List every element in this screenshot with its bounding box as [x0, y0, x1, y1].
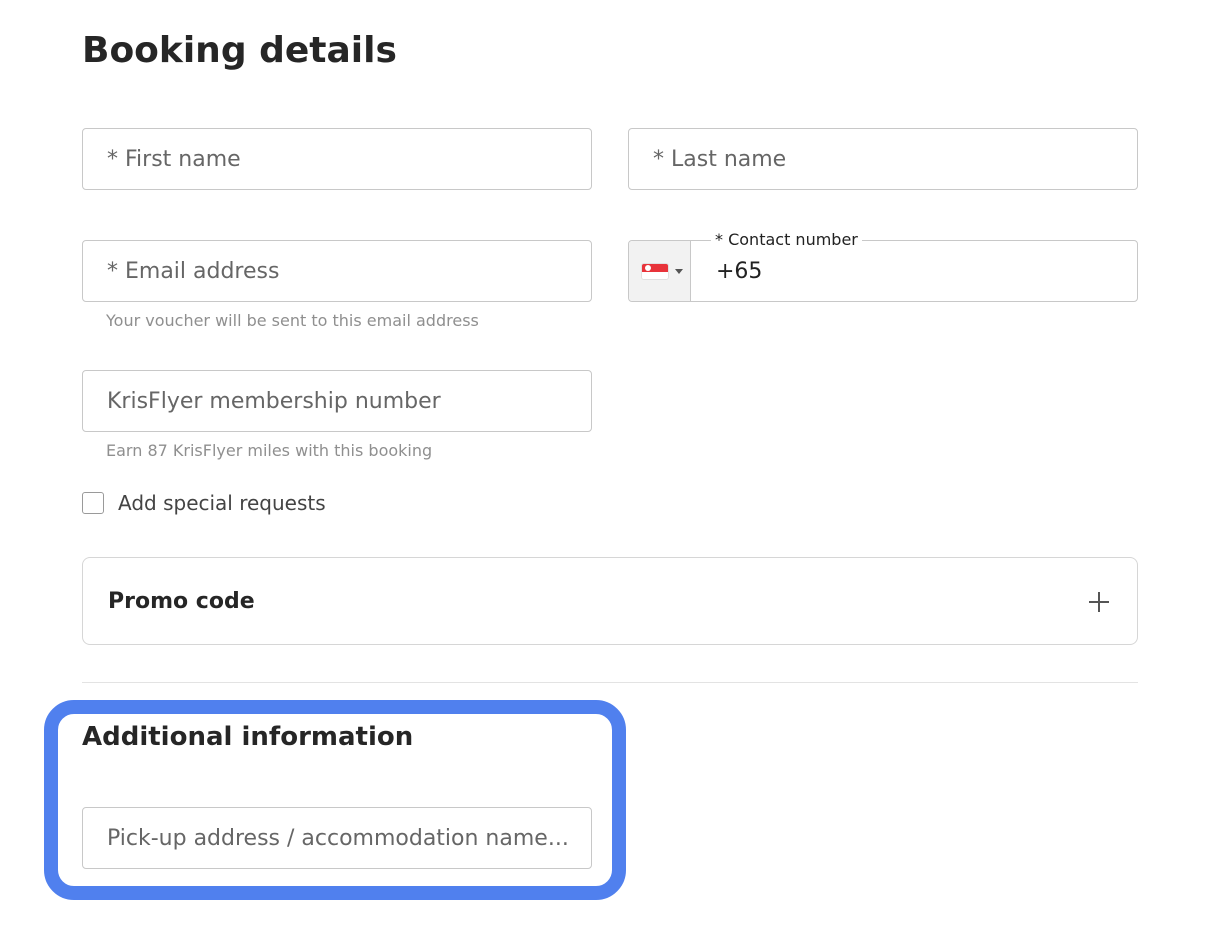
section-divider	[82, 682, 1138, 683]
caret-down-icon	[675, 269, 683, 274]
pickup-address-field	[82, 807, 592, 869]
last-name-input[interactable]	[629, 129, 1137, 189]
additional-information-title: Additional information	[82, 722, 414, 752]
krisflyer-helper-text: Earn 87 KrisFlyer miles with this bookin…	[106, 441, 433, 460]
krisflyer-field	[82, 370, 592, 432]
special-requests-checkbox[interactable]	[82, 492, 104, 514]
contact-number-input[interactable]	[690, 241, 1137, 301]
singapore-flag-icon	[642, 264, 668, 279]
krisflyer-input[interactable]	[83, 371, 591, 431]
email-field	[82, 240, 592, 302]
promo-code-toggle[interactable]: Promo code	[82, 557, 1138, 645]
first-name-field	[82, 128, 592, 190]
page-title: Booking details	[82, 30, 397, 71]
promo-code-title: Promo code	[108, 589, 255, 614]
pickup-address-input[interactable]	[83, 808, 591, 868]
special-requests-checkbox-row[interactable]: Add special requests	[82, 488, 326, 518]
email-input[interactable]	[83, 241, 591, 301]
special-requests-label: Add special requests	[118, 491, 326, 515]
country-code-select[interactable]	[629, 241, 691, 301]
contact-number-field: * Contact number	[628, 230, 1138, 302]
email-helper-text: Your voucher will be sent to this email …	[106, 311, 479, 330]
first-name-input[interactable]	[83, 129, 591, 189]
plus-icon[interactable]	[1089, 592, 1109, 612]
last-name-field	[628, 128, 1138, 190]
